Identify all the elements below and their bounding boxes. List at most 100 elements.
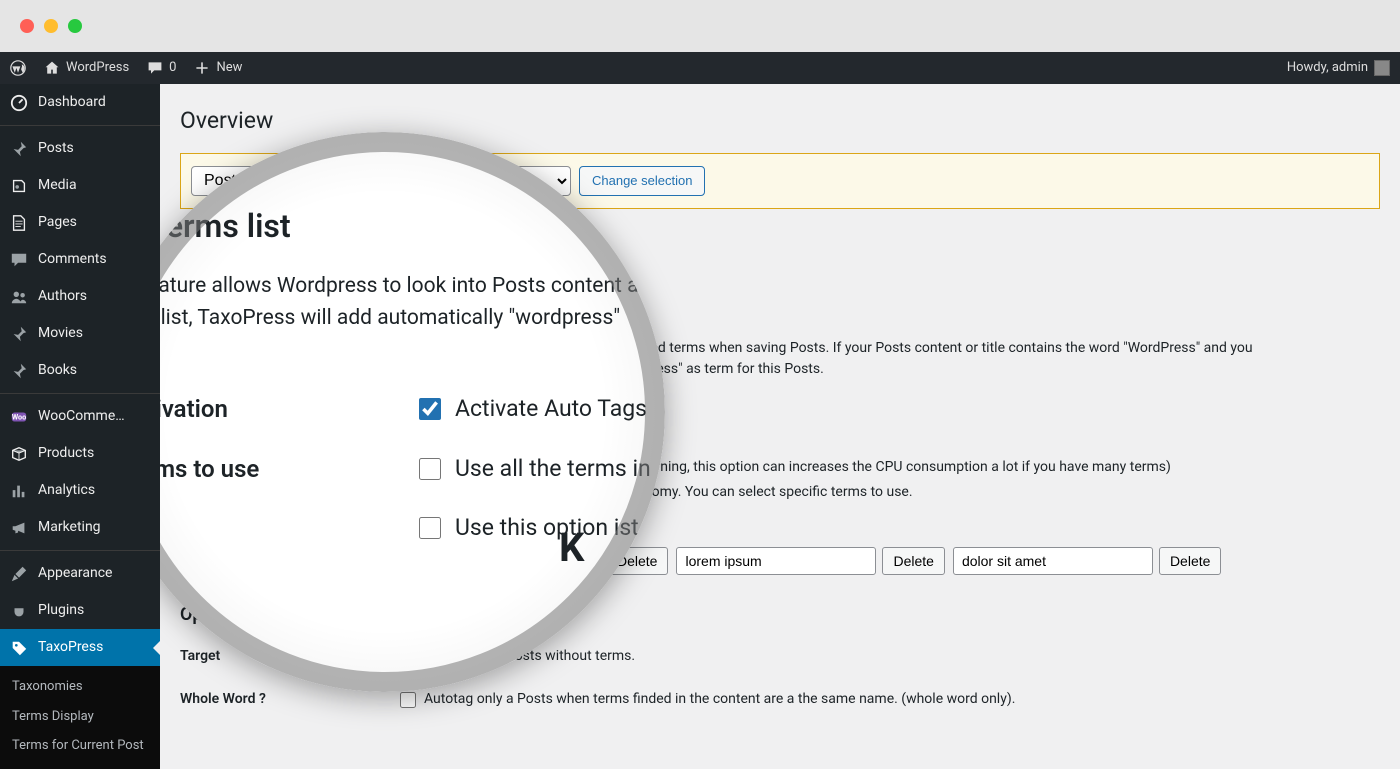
menu-dashboard[interactable]: Dashboard bbox=[0, 84, 160, 121]
submenu-taxonomies[interactable]: Taxonomies bbox=[0, 672, 160, 702]
whole-word-checkbox-label[interactable]: Autotag only a Posts when terms finded i… bbox=[400, 689, 1380, 710]
use-all-checkbox[interactable] bbox=[400, 460, 416, 476]
woo-icon: Woo bbox=[10, 408, 28, 426]
change-selection-button[interactable]: Change selection bbox=[579, 166, 705, 196]
mac-close-dot[interactable] bbox=[20, 19, 34, 33]
menu-media[interactable]: Media bbox=[0, 167, 160, 204]
comment-icon bbox=[10, 251, 28, 269]
chart-icon bbox=[10, 482, 28, 500]
add-keyword-button[interactable]: Add + bbox=[562, 513, 621, 541]
comments-link[interactable]: 0 bbox=[147, 58, 176, 78]
menu-label: TaxoPress bbox=[38, 637, 103, 658]
taxopress-submenu: Taxonomies Terms Display Terms for Curre… bbox=[0, 666, 160, 769]
media-icon bbox=[10, 177, 28, 195]
admin-sidebar: Dashboard Posts Media Pages Comments Aut… bbox=[0, 84, 160, 769]
box-icon bbox=[10, 445, 28, 463]
auto-terms-heading: Auto terms list bbox=[180, 293, 1380, 326]
home-icon bbox=[44, 60, 60, 76]
wordpress-icon bbox=[10, 60, 26, 76]
menu-label: Marketing bbox=[38, 517, 101, 538]
menu-label: Dashboard bbox=[38, 92, 106, 113]
terms-label: Terms to use bbox=[180, 455, 400, 478]
menu-products[interactable]: Products bbox=[0, 435, 160, 472]
keyword-input-1[interactable] bbox=[400, 547, 600, 575]
whole-word-label: Whole Word ? bbox=[180, 687, 400, 710]
delete-keyword-button[interactable]: Delete bbox=[1159, 547, 1221, 575]
plug-icon bbox=[10, 602, 28, 620]
menu-label: Analytics bbox=[38, 480, 95, 501]
use-list-checkbox[interactable] bbox=[400, 519, 416, 535]
keyword-input-2[interactable] bbox=[676, 547, 876, 575]
menu-posts[interactable]: Posts bbox=[0, 125, 160, 167]
page-icon bbox=[10, 214, 28, 232]
target-checkbox[interactable] bbox=[400, 649, 416, 665]
site-link[interactable]: WordPress bbox=[44, 58, 129, 78]
keyword-row: Delete Delete Delete bbox=[400, 547, 1380, 575]
page-content: Overview Posts Change selection Auto ter… bbox=[160, 84, 1400, 769]
menu-label: Products bbox=[38, 443, 94, 464]
account-link[interactable]: Howdy, admin bbox=[1287, 58, 1390, 78]
activate-checkbox-label[interactable]: Activate Auto Tags taxonomy bbox=[400, 414, 1380, 435]
dashboard-icon bbox=[10, 94, 28, 112]
greeting: Howdy, admin bbox=[1287, 58, 1368, 78]
activate-checkbox[interactable] bbox=[400, 417, 416, 433]
row-terms-to-use: Terms to use Use all the terms in taxono… bbox=[180, 447, 1380, 583]
menu-label: Plugins bbox=[38, 600, 84, 621]
wp-admin-bar: WordPress 0 New Howdy, admin bbox=[0, 52, 1400, 84]
tag-icon bbox=[10, 639, 28, 657]
row-whole-word: Whole Word ? Autotag only a Posts when t… bbox=[180, 679, 1380, 722]
menu-label: WooComme… bbox=[38, 406, 125, 427]
page-title: Overview bbox=[180, 104, 1380, 139]
menu-label: Pages bbox=[38, 212, 77, 233]
submenu-terms-display[interactable]: Terms Display bbox=[0, 702, 160, 732]
menu-books[interactable]: Books bbox=[0, 352, 160, 389]
submenu-mass-edit[interactable]: Mass Edit Terms bbox=[0, 761, 160, 769]
wp-logo[interactable] bbox=[10, 60, 26, 76]
new-link[interactable]: New bbox=[194, 58, 242, 78]
row-activation: Activation Activate Auto Tags taxonomy bbox=[180, 404, 1380, 447]
delete-keyword-button[interactable]: Delete bbox=[882, 547, 944, 575]
pin-icon bbox=[10, 140, 28, 158]
megaphone-icon bbox=[10, 519, 28, 537]
delete-keyword-button[interactable]: Delete bbox=[606, 547, 668, 575]
keyword-input-3[interactable] bbox=[953, 547, 1153, 575]
mac-min-dot[interactable] bbox=[44, 19, 58, 33]
brush-icon bbox=[10, 565, 28, 583]
pin-icon bbox=[10, 362, 28, 380]
menu-label: Posts bbox=[38, 138, 74, 159]
keyword-item: Delete bbox=[400, 547, 668, 575]
selection-notice: Posts Change selection bbox=[180, 153, 1380, 209]
menu-analytics[interactable]: Analytics bbox=[0, 472, 160, 509]
menu-woocommerce[interactable]: Woo WooComme… bbox=[0, 393, 160, 435]
use-list-checkbox-label[interactable]: Use this option ist Add + bbox=[400, 513, 1380, 541]
target-label: Target bbox=[180, 644, 400, 667]
use-all-checkbox-label[interactable]: Use all the terms in taxonomy. (Warning,… bbox=[400, 457, 1380, 478]
feature-description: This feature allows Wordpress to look in… bbox=[180, 338, 1280, 380]
row-target: Target Autotag only Posts without terms. bbox=[180, 636, 1380, 679]
menu-label: Media bbox=[38, 175, 77, 196]
menu-comments[interactable]: Comments bbox=[0, 241, 160, 278]
menu-label: Books bbox=[38, 360, 77, 381]
menu-plugins[interactable]: Plugins bbox=[0, 592, 160, 629]
menu-pages[interactable]: Pages bbox=[0, 204, 160, 241]
menu-movies[interactable]: Movies bbox=[0, 315, 160, 352]
menu-marketing[interactable]: Marketing bbox=[0, 509, 160, 546]
menu-label: Appearance bbox=[38, 563, 112, 584]
submenu-terms-current[interactable]: Terms for Current Post bbox=[0, 731, 160, 761]
pin-icon bbox=[10, 325, 28, 343]
new-label: New bbox=[216, 58, 242, 78]
avatar bbox=[1374, 60, 1390, 76]
menu-authors[interactable]: Authors bbox=[0, 278, 160, 315]
plus-icon bbox=[194, 60, 210, 76]
target-checkbox-label[interactable]: Autotag only Posts without terms. bbox=[400, 646, 1380, 667]
comments-count: 0 bbox=[169, 58, 176, 78]
mac-max-dot[interactable] bbox=[68, 19, 82, 33]
post-type-select[interactable]: Posts bbox=[191, 166, 571, 196]
mac-titlebar bbox=[0, 0, 1400, 52]
options-heading: Options bbox=[180, 601, 1380, 628]
menu-label: Authors bbox=[38, 286, 87, 307]
activation-label: Activation bbox=[180, 412, 400, 435]
menu-appearance[interactable]: Appearance bbox=[0, 550, 160, 592]
menu-taxopress[interactable]: TaxoPress bbox=[0, 629, 160, 666]
whole-word-checkbox[interactable] bbox=[400, 692, 416, 708]
